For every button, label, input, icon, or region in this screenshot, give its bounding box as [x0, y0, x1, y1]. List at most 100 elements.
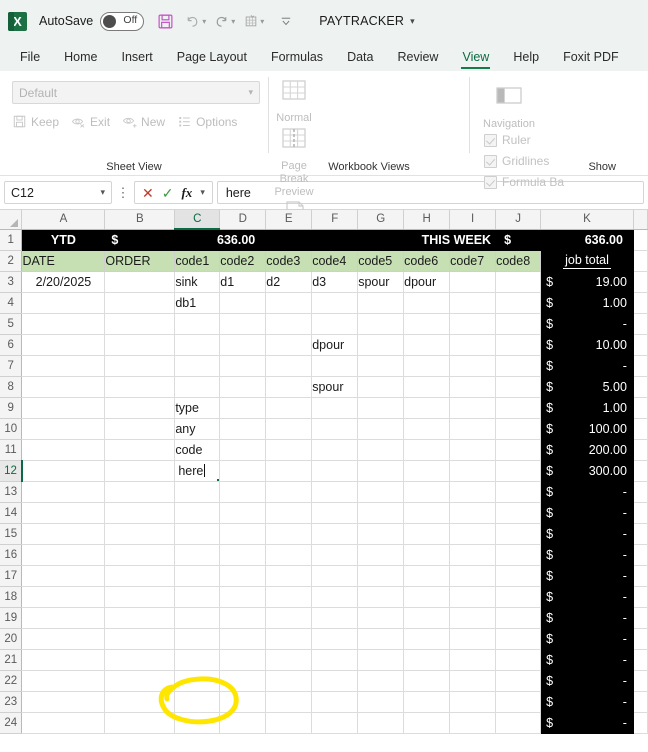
- cell-d21[interactable]: [219, 649, 267, 671]
- cell-d20[interactable]: [219, 628, 267, 650]
- cell-i10[interactable]: [449, 418, 497, 440]
- cell-g16[interactable]: [357, 544, 405, 566]
- cell-e14[interactable]: [265, 502, 313, 524]
- cell-f2[interactable]: code4: [311, 250, 359, 272]
- cell-l17[interactable]: [633, 565, 648, 587]
- cell-h19[interactable]: [403, 607, 451, 629]
- cell-f16[interactable]: [311, 544, 359, 566]
- cell-l19[interactable]: [633, 607, 648, 629]
- cell-a10[interactable]: [21, 418, 106, 440]
- cell-f3[interactable]: d3: [311, 271, 359, 293]
- cell-d5[interactable]: [219, 313, 267, 335]
- cell-j18[interactable]: [495, 586, 542, 608]
- cell-k2[interactable]: job total: [540, 250, 634, 272]
- row-header-7[interactable]: 7: [0, 355, 23, 377]
- cell-d14[interactable]: [219, 502, 267, 524]
- row-header-9[interactable]: 9: [0, 397, 23, 419]
- cell-k1[interactable]: 636.00: [540, 229, 634, 251]
- cell-c4[interactable]: db1: [174, 292, 221, 314]
- cell-a7[interactable]: [21, 355, 106, 377]
- cell-a1[interactable]: YTD: [21, 229, 106, 251]
- column-header-g[interactable]: G: [357, 210, 405, 230]
- cell-h12[interactable]: [403, 460, 451, 482]
- cell-d7[interactable]: [219, 355, 267, 377]
- cell-e3[interactable]: d2: [265, 271, 313, 293]
- insert-function-icon[interactable]: fx: [181, 185, 192, 201]
- cell-i12[interactable]: [449, 460, 497, 482]
- cell-e20[interactable]: [265, 628, 313, 650]
- cell-j22[interactable]: [495, 670, 542, 692]
- cell-c8[interactable]: [174, 376, 221, 398]
- tab-help[interactable]: Help: [501, 42, 551, 71]
- confirm-icon[interactable]: ✓: [162, 186, 174, 200]
- cell-e10[interactable]: [265, 418, 313, 440]
- new-button[interactable]: New: [122, 114, 165, 129]
- cell-i13[interactable]: [449, 481, 497, 503]
- cell-k17[interactable]: $ -: [540, 565, 634, 587]
- touch-mode-caret-icon[interactable]: ▾: [260, 17, 264, 26]
- row-header-19[interactable]: 19: [0, 607, 23, 629]
- name-box[interactable]: C12 ▾: [4, 181, 112, 204]
- cell-c10[interactable]: any: [174, 418, 221, 440]
- cell-e2[interactable]: code3: [265, 250, 313, 272]
- cell-k14[interactable]: $ -: [540, 502, 634, 524]
- column-header-l[interactable]: [633, 210, 648, 230]
- cell-i20[interactable]: [449, 628, 497, 650]
- cell-g7[interactable]: [357, 355, 405, 377]
- cell-j24[interactable]: [495, 712, 542, 734]
- cell-d3[interactable]: d1: [219, 271, 267, 293]
- cell-c17[interactable]: [174, 565, 221, 587]
- cell-f17[interactable]: [311, 565, 359, 587]
- cell-d24[interactable]: [219, 712, 267, 734]
- cell-c5[interactable]: [174, 313, 221, 335]
- column-header-i[interactable]: I: [449, 210, 497, 230]
- cell-h7[interactable]: [403, 355, 451, 377]
- cell-g19[interactable]: [357, 607, 405, 629]
- cell-g15[interactable]: [357, 523, 405, 545]
- cell-h22[interactable]: [403, 670, 451, 692]
- cell-d9[interactable]: [219, 397, 267, 419]
- cell-a24[interactable]: [21, 712, 106, 734]
- cell-b6[interactable]: [104, 334, 176, 356]
- cell-c3[interactable]: sink: [174, 271, 221, 293]
- cell-b16[interactable]: [104, 544, 176, 566]
- cell-e7[interactable]: [265, 355, 313, 377]
- cell-l1[interactable]: [633, 229, 648, 251]
- cell-k22[interactable]: $ -: [540, 670, 634, 692]
- cell-f5[interactable]: [311, 313, 359, 335]
- cell-g11[interactable]: [357, 439, 405, 461]
- cell-k9[interactable]: $1.00: [540, 397, 634, 419]
- column-header-h[interactable]: H: [403, 210, 451, 230]
- cell-i2[interactable]: code7: [449, 250, 497, 272]
- cell-j3[interactable]: [495, 271, 542, 293]
- cell-b7[interactable]: [104, 355, 176, 377]
- cell-i17[interactable]: [449, 565, 497, 587]
- cell-c18[interactable]: [174, 586, 221, 608]
- cell-h23[interactable]: [403, 691, 451, 713]
- row-header-24[interactable]: 24: [0, 712, 23, 734]
- cell-k12[interactable]: $300.00: [540, 460, 634, 482]
- cell-g14[interactable]: [357, 502, 405, 524]
- cell-d13[interactable]: [219, 481, 267, 503]
- cell-k4[interactable]: $1.00: [540, 292, 634, 314]
- cell-b9[interactable]: [104, 397, 176, 419]
- row-header-16[interactable]: 16: [0, 544, 23, 566]
- cell-b17[interactable]: [104, 565, 176, 587]
- cell-d8[interactable]: [219, 376, 267, 398]
- cell-j8[interactable]: [495, 376, 542, 398]
- cell-k23[interactable]: $ -: [540, 691, 634, 713]
- cell-a15[interactable]: [21, 523, 106, 545]
- cell-h10[interactable]: [403, 418, 451, 440]
- cell-h20[interactable]: [403, 628, 451, 650]
- cell-b18[interactable]: [104, 586, 176, 608]
- cell-b20[interactable]: [104, 628, 176, 650]
- cell-c1[interactable]: 636.00: [174, 229, 267, 251]
- cell-g6[interactable]: [357, 334, 405, 356]
- tab-insert[interactable]: Insert: [110, 42, 165, 71]
- cell-h3[interactable]: dpour: [403, 271, 451, 293]
- cell-k6[interactable]: $10.00: [540, 334, 634, 356]
- cell-f14[interactable]: [311, 502, 359, 524]
- cell-d17[interactable]: [219, 565, 267, 587]
- cell-b15[interactable]: [104, 523, 176, 545]
- cell-e1[interactable]: [265, 229, 313, 251]
